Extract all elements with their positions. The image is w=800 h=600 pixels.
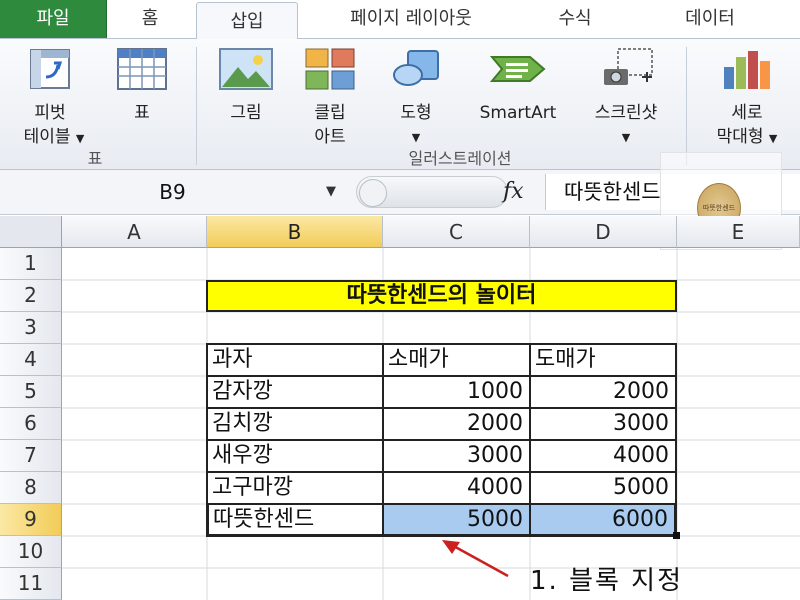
shapes-button[interactable]: 도형 ▼: [380, 47, 452, 147]
table-cell[interactable]: 5000: [529, 471, 677, 505]
select-all-corner[interactable]: [0, 216, 62, 248]
table-cell[interactable]: 새우깡: [206, 439, 384, 473]
insert-function-button[interactable]: fx: [503, 174, 533, 210]
table-cell[interactable]: 1000: [382, 375, 531, 409]
table-button[interactable]: 표: [110, 47, 174, 127]
tab-data[interactable]: 데이터: [660, 0, 760, 38]
row-header-4[interactable]: 4: [0, 344, 62, 376]
screenshot-button[interactable]: 스크린샷 ▼: [574, 47, 678, 147]
picture-icon: [219, 48, 273, 90]
column-header-e[interactable]: E: [677, 216, 800, 248]
column-chart-button[interactable]: 세로 막대형 ▼: [694, 47, 800, 147]
screenshot-label: 스크린샷: [594, 103, 658, 123]
clipart-label-line1: 클립: [314, 103, 346, 123]
smartart-icon: [490, 56, 546, 82]
dropdown-arrow-icon: ▼: [75, 132, 85, 145]
name-box-dropdown-icon[interactable]: ▼: [326, 174, 346, 210]
annotation-label: 1. 블록 지정: [530, 566, 684, 596]
tab-home[interactable]: 홈: [120, 0, 180, 38]
table-cell[interactable]: 감자깡: [206, 375, 384, 409]
selected-cell-d9[interactable]: 6000: [529, 503, 677, 537]
formula-bar-resize-handle[interactable]: [356, 176, 508, 208]
tab-page-layout[interactable]: 페이지 레이아웃: [306, 0, 516, 38]
tab-file[interactable]: 파일: [0, 0, 107, 38]
column-header-c[interactable]: C: [383, 216, 530, 248]
header-cell-snack[interactable]: 과자: [206, 343, 384, 377]
picture-button[interactable]: 그림: [210, 47, 282, 127]
group-separator: [196, 47, 197, 165]
table-icon: [117, 48, 167, 90]
sheet-title-cell[interactable]: 따뜻한센드의 놀이터: [206, 280, 677, 312]
table-cell[interactable]: 3000: [529, 407, 677, 441]
group-label-tables: 표: [87, 149, 103, 168]
row-header-2[interactable]: 2: [0, 280, 62, 312]
header-cell-retail[interactable]: 소매가: [382, 343, 531, 377]
column-label-line2: 막대형 ▼: [716, 127, 778, 147]
row-header-3[interactable]: 3: [0, 312, 62, 344]
clipart-icon: [305, 48, 355, 90]
red-arrow-icon: [442, 540, 509, 578]
header-cell-wholesale[interactable]: 도매가: [529, 343, 677, 377]
pivot-label-line1: 피벗: [34, 103, 66, 123]
table-cell[interactable]: 김치깡: [206, 407, 384, 441]
column-chart-icon: [724, 51, 770, 89]
shapes-label: 도형: [400, 103, 432, 123]
column-header-b[interactable]: B: [207, 216, 383, 248]
table-cell[interactable]: 4000: [529, 439, 677, 473]
group-separator: [686, 47, 687, 165]
ribbon-tab-bar: 파일 홈 삽입 페이지 레이아웃 수식 데이터: [0, 0, 800, 39]
column-label-line1: 세로: [731, 103, 763, 123]
row-header-8[interactable]: 8: [0, 472, 62, 504]
column-header-a[interactable]: A: [62, 216, 207, 248]
group-label-illustrations: 일러스트레이션: [408, 149, 512, 168]
table-cell[interactable]: 3000: [382, 439, 531, 473]
clipart-button[interactable]: 클립 아트: [294, 47, 366, 147]
formula-value: 따뜻한센드: [564, 180, 661, 204]
row-header-1[interactable]: 1: [0, 248, 62, 280]
row-header-6[interactable]: 6: [0, 408, 62, 440]
pivot-table-button[interactable]: 피벗 테이블 ▼: [4, 47, 96, 147]
screenshot-icon: [604, 48, 653, 85]
dropdown-arrow-icon: ▼: [768, 132, 778, 145]
column-header-d[interactable]: D: [530, 216, 677, 248]
smartart-button[interactable]: SmartArt: [466, 47, 570, 127]
tab-insert[interactable]: 삽입: [196, 2, 298, 39]
tab-formulas[interactable]: 수식: [540, 0, 610, 38]
table-cell[interactable]: 4000: [382, 471, 531, 505]
row-header-7[interactable]: 7: [0, 440, 62, 472]
smartart-label: SmartArt: [479, 103, 557, 123]
table-cell[interactable]: 2000: [382, 407, 531, 441]
pivot-table-icon: [30, 49, 70, 89]
row-header-9[interactable]: 9: [0, 504, 62, 536]
table-label: 표: [134, 103, 150, 123]
ribbon-insert-panel: 피벗 테이블 ▼ 표 표 그림 클립 아트 도형 ▼ SmartArt 스크린샷…: [0, 38, 800, 170]
table-cell[interactable]: 고구마깡: [206, 471, 384, 505]
row-header-5[interactable]: 5: [0, 376, 62, 408]
name-box[interactable]: B9: [0, 174, 345, 210]
picture-label: 그림: [230, 103, 262, 123]
row-header-11[interactable]: 11: [0, 568, 62, 600]
fill-handle[interactable]: [673, 532, 680, 539]
shapes-icon: [393, 50, 439, 86]
table-cell[interactable]: 2000: [529, 375, 677, 409]
row-header-10[interactable]: 10: [0, 536, 62, 568]
active-cell-b9[interactable]: 따뜻한센드: [206, 503, 384, 537]
resize-knob-icon: [359, 179, 387, 207]
